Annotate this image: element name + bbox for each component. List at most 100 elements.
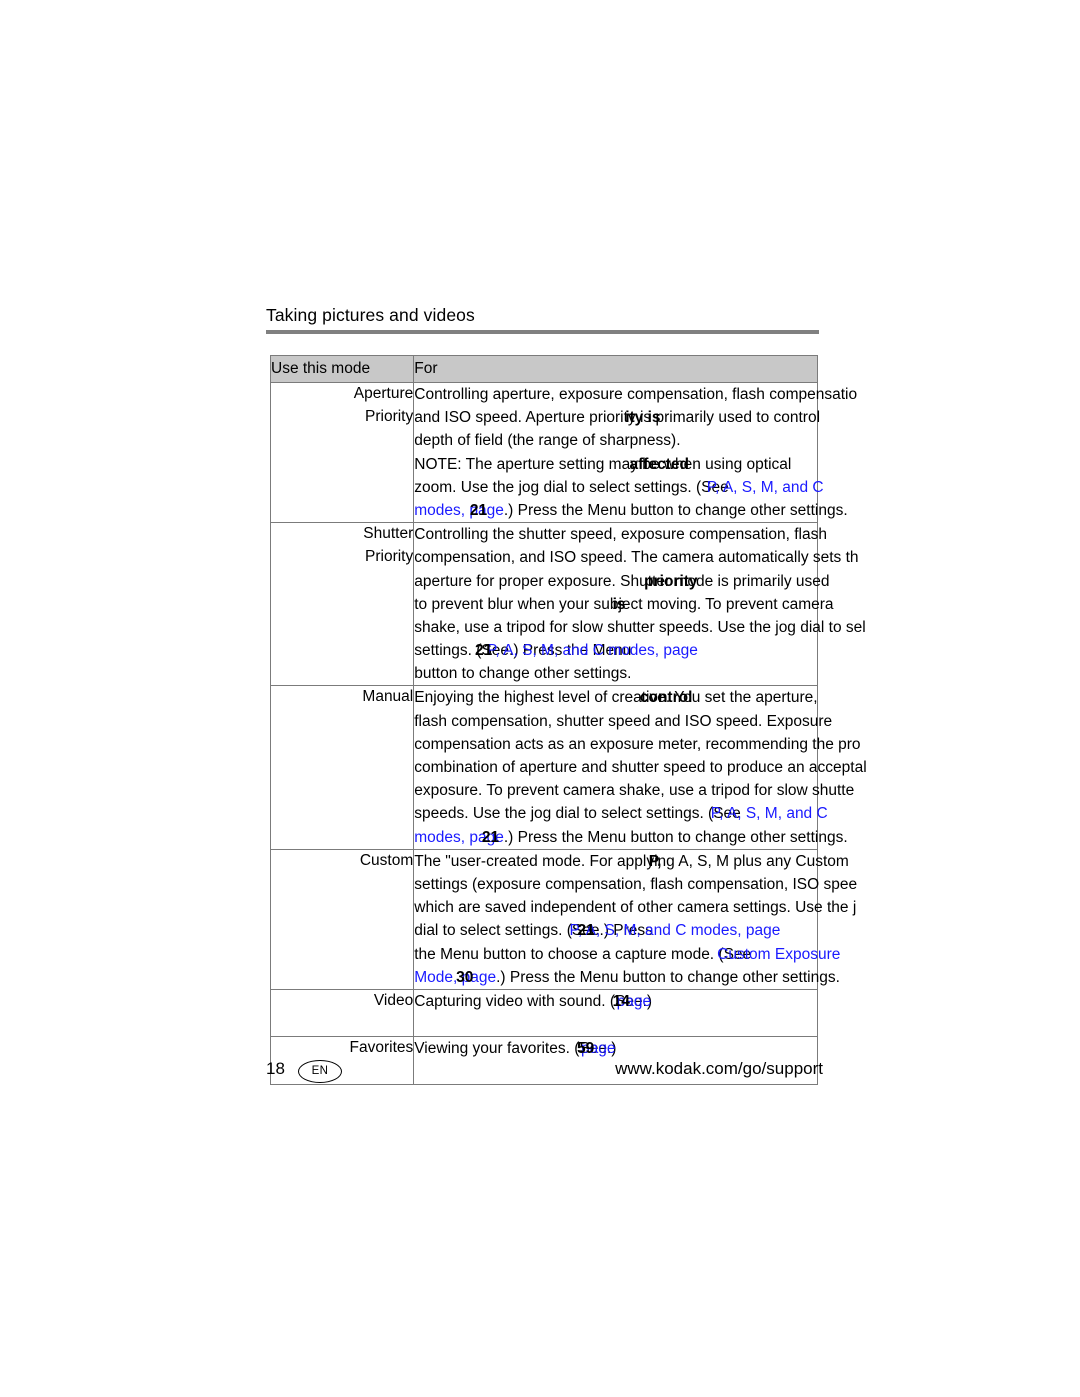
description-text: aperture for proper exposure. Shutter bbox=[414, 572, 671, 590]
description-line: Controlling aperture, exposure compensat… bbox=[414, 383, 974, 406]
description-line: which are saved independent of other cam… bbox=[414, 896, 974, 919]
mode-name-cell: Video bbox=[269, 988, 415, 1038]
description-line: Enjoying the highest level of creativeco… bbox=[414, 686, 974, 709]
description-text: flash compensation, shutter speed and IS… bbox=[414, 712, 833, 730]
mode-description-cell: Capturing video with sound. (Seepage14.) bbox=[413, 988, 818, 1038]
mode-name-line: Priority bbox=[365, 547, 414, 565]
overlay-text: 59 bbox=[576, 1040, 595, 1058]
description-text: Controlling the shutter speed, exposure … bbox=[414, 526, 827, 544]
overlay-text: 14 bbox=[612, 992, 630, 1010]
description-text: .) Press the Menu button to change other… bbox=[496, 968, 840, 986]
description-text: .) Press the Menu button to change other… bbox=[503, 501, 848, 519]
description-text: exposure. To prevent camera shake, use a… bbox=[414, 782, 855, 800]
mode-description: Controlling aperture, exposure compensat… bbox=[414, 383, 974, 522]
description-text: button to change other settings. bbox=[414, 665, 632, 683]
description-line: and ISO speed. Aperture priority isity i… bbox=[414, 406, 974, 429]
page-footer: 18 EN www.kodak.com/go/support bbox=[266, 1056, 823, 1084]
mode-name-line: Aperture bbox=[353, 385, 414, 402]
description-text: compensation acts as an exposure meter, … bbox=[414, 735, 861, 753]
description-text: depth of field (the range of sharpness). bbox=[414, 432, 681, 450]
description-line: Capturing video with sound. (Seepage14.) bbox=[414, 990, 974, 1013]
description-line: Mode, page30.) Press the Menu button to … bbox=[414, 966, 974, 989]
description-text: primarily used to control bbox=[651, 409, 821, 427]
page-number: 18 bbox=[266, 1059, 285, 1078]
description-line: exposure. To prevent camera shake, use a… bbox=[414, 779, 974, 802]
description-line: zoom. Use the jog dial to select setting… bbox=[414, 476, 974, 499]
description-line: the Menu button to choose a capture mode… bbox=[414, 943, 974, 966]
mode-name-cell: Shutter Priority bbox=[269, 522, 415, 687]
description-text: compensation, and ISO speed. The camera … bbox=[414, 549, 859, 567]
mode-description-cell: The "user-created mode. For applyingP, A… bbox=[413, 848, 857, 990]
mode-description: Capturing video with sound. (Seepage14.) bbox=[414, 990, 974, 1036]
description-text: Capturing video with sound. (See bbox=[414, 992, 643, 1010]
description-text: to prevent blur when your subject bbox=[414, 595, 643, 613]
description-line: settings. (SeeP, A, S, M, and C modes, p… bbox=[414, 639, 974, 662]
cross-reference-link[interactable]: modes, page bbox=[414, 502, 504, 519]
mode-name-line: Priority bbox=[365, 407, 414, 425]
description-text: settings (exposure compensation, flash c… bbox=[414, 875, 858, 893]
description-line: The "user-created mode. For applyingP, A… bbox=[414, 850, 974, 873]
description-line: depth of field (the range of sharpness). bbox=[414, 429, 974, 452]
running-head-rule bbox=[266, 330, 819, 334]
description-line: combination of aperture and shutter spee… bbox=[414, 756, 974, 779]
table-row: Manual Enjoying the highest level of crea… bbox=[269, 685, 867, 850]
description-line: modes, page21.) Press the Menu button to… bbox=[414, 826, 974, 849]
column-header-for: For bbox=[413, 355, 818, 383]
overlay-text: is bbox=[612, 595, 626, 613]
description-line: shake, use a tripod for slow shutter spe… bbox=[414, 616, 974, 639]
description-line: settings (exposure compensation, flash c… bbox=[414, 873, 974, 896]
overlay-text: 21 bbox=[481, 828, 500, 846]
mode-name-cell: Manual bbox=[269, 685, 415, 850]
overlay-text: P, A, S, M, and C bbox=[710, 805, 828, 823]
table-header-row: Use this mode For bbox=[269, 355, 818, 383]
table-row: Custom The "user-created mode. For applyi… bbox=[269, 848, 857, 990]
mode-name-line: Custom bbox=[359, 851, 414, 869]
description-text: zoom. Use the jog dial to select setting… bbox=[414, 478, 729, 496]
support-url: www.kodak.com/go/support bbox=[615, 1059, 823, 1078]
language-badge: EN bbox=[298, 1060, 342, 1083]
overlay-text: affected bbox=[629, 455, 689, 473]
description-text: shake, use a tripod for slow shutter spe… bbox=[414, 618, 866, 636]
description-line: modes, page21 .) Press the Menu button to… bbox=[414, 499, 974, 522]
mode-name-line: Shutter bbox=[363, 525, 414, 543]
column-header-use-this-mode: Use this mode bbox=[269, 355, 415, 383]
table-row: Video Capturing video with sound. (Seepag… bbox=[269, 988, 818, 1038]
description-line: flash compensation, shutter speed and IS… bbox=[414, 710, 974, 733]
table-row: Aperture Priority Controlling aperture, ex… bbox=[269, 381, 857, 524]
description-text: the Menu button to choose a capture mode… bbox=[414, 945, 752, 963]
overlay-text: 30 bbox=[456, 968, 474, 986]
mode-description-cell: Controlling aperture, exposure compensat… bbox=[413, 381, 857, 524]
overlay-text: P, A, S, M, and C modes, page bbox=[487, 642, 698, 660]
description-line: dial to select settings. (SeeP, A, S, M,… bbox=[414, 919, 974, 942]
mode-name-cell: Aperture Priority bbox=[269, 381, 415, 524]
description-line: button to change other settings. bbox=[414, 662, 974, 685]
overlay-text: Custom Exposure bbox=[717, 945, 841, 963]
overlay-text: P, A, S, M, and C modes, page bbox=[569, 922, 781, 940]
description-line: compensation, and ISO speed. The camera … bbox=[414, 546, 974, 569]
overlay-text: 21 bbox=[577, 922, 595, 940]
description-text: NOTE: The aperture setting may be bbox=[414, 455, 660, 473]
overlay-text: P, A, S, M, and C bbox=[706, 478, 824, 496]
overlay-text: 21 bbox=[469, 501, 488, 519]
description-text: moving. To prevent camera bbox=[642, 595, 834, 613]
table-row: Shutter Priority Controlling the shutter s… bbox=[269, 522, 866, 687]
description-text: A, S, M plus any Custom bbox=[674, 852, 849, 870]
description-text: .) Press the Menu button to change other… bbox=[503, 828, 848, 846]
mode-description: Controlling the shutter speed, exposure … bbox=[414, 523, 974, 685]
description-line: speeds. Use the jog dial to select setti… bbox=[414, 802, 974, 825]
mode-name-cell: Custom bbox=[269, 848, 415, 990]
overlay-text: control bbox=[639, 689, 693, 707]
table-body: Aperture Priority Controlling aperture, ex… bbox=[269, 381, 867, 1085]
mode-description-cell: Controlling the shutter speed, exposure … bbox=[413, 522, 866, 687]
mode-name-line: Manual bbox=[362, 688, 414, 706]
description-line: aperture for proper exposure. Shutterpri… bbox=[414, 570, 974, 593]
description-text: The "user-created mode. For applying bbox=[414, 852, 675, 870]
table-header: Use this mode For bbox=[269, 355, 818, 383]
overlay-text: P, bbox=[648, 852, 662, 870]
description-text: Controlling aperture, exposure compensat… bbox=[414, 386, 858, 403]
mode-description-cell: Enjoying the highest level of creativeco… bbox=[413, 685, 867, 850]
description-line: NOTE: The aperture setting may beaffecte… bbox=[414, 453, 974, 476]
document-page: Taking pictures and videos Use this mode… bbox=[0, 0, 1080, 1397]
description-line: Controlling the shutter speed, exposure … bbox=[414, 523, 974, 546]
running-head: Taking pictures and videos bbox=[266, 305, 475, 325]
